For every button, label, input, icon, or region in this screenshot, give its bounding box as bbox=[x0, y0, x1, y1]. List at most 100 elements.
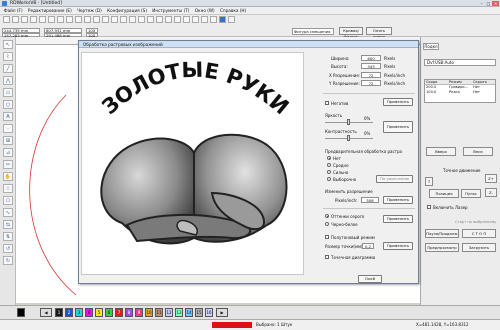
layer-swatch-13[interactable]: 13 bbox=[175, 308, 183, 317]
frame-icon[interactable] bbox=[165, 16, 172, 23]
pulse-button[interactable]: Пульс bbox=[461, 189, 481, 198]
position-button[interactable]: Позиция bbox=[429, 189, 459, 198]
apply-bc-button[interactable]: Применить bbox=[383, 121, 413, 133]
bw-radio[interactable] bbox=[325, 222, 329, 226]
layer-swatch-12[interactable]: 12 bbox=[165, 308, 173, 317]
weld-icon[interactable] bbox=[201, 16, 208, 23]
close-curve-button[interactable]: Опять линия bbox=[366, 27, 392, 39]
layer-swatch-5[interactable]: 5 bbox=[95, 308, 103, 317]
device-select[interactable]: Dvf:USB:Auto bbox=[424, 59, 496, 66]
arrow-up-button[interactable]: ↑ bbox=[425, 177, 433, 186]
z-minus-button[interactable]: Z- bbox=[485, 188, 497, 197]
array-icon[interactable] bbox=[156, 16, 163, 23]
tab-connection[interactable]: Подкл bbox=[423, 43, 439, 50]
line-icon[interactable]: ╱ bbox=[3, 64, 13, 73]
palette-prev-icon[interactable]: ◀ bbox=[40, 308, 52, 317]
apply-halftone-button[interactable]: Применить bbox=[383, 242, 413, 250]
apply-mode-button[interactable]: Применить bbox=[383, 215, 413, 223]
menu-edit[interactable]: Редактирование (E) bbox=[28, 7, 72, 15]
layer-swatch-1[interactable]: 1 bbox=[55, 308, 63, 317]
edit-node-icon[interactable]: ⌇ bbox=[3, 52, 13, 61]
grid-icon[interactable] bbox=[102, 16, 109, 23]
palette-next-icon[interactable]: ▶ bbox=[216, 308, 228, 317]
load-button[interactable]: Загрузить bbox=[462, 243, 496, 252]
rotate-right-icon[interactable]: ↻ bbox=[3, 256, 13, 265]
x-resolution-input[interactable]: 72 bbox=[361, 72, 381, 78]
layer-swatch-15[interactable]: 15 bbox=[195, 308, 203, 317]
layer-swatch-6[interactable]: 6 bbox=[105, 308, 113, 317]
zoom-out-icon[interactable] bbox=[84, 16, 91, 23]
layer-swatch-14[interactable]: 14 bbox=[185, 308, 193, 317]
select-icon[interactable] bbox=[66, 16, 73, 23]
layer-swatch-4[interactable]: 4 bbox=[85, 308, 93, 317]
rotate-left-icon[interactable]: ↺ bbox=[3, 244, 13, 253]
height-input[interactable]: 343 bbox=[361, 63, 381, 69]
pointer-icon[interactable]: ↖ bbox=[3, 40, 13, 49]
stop-button[interactable]: С Т О П bbox=[462, 229, 496, 238]
align-icon[interactable] bbox=[111, 16, 118, 23]
close-button[interactable]: ✕ bbox=[492, 1, 499, 6]
menu-window[interactable]: Окно (W) bbox=[195, 7, 215, 15]
grayscale-radio[interactable] bbox=[325, 214, 329, 218]
node-icon[interactable] bbox=[192, 16, 199, 23]
menu-file[interactable]: Файл (F) bbox=[4, 7, 23, 15]
menu-help[interactable]: Справка (H) bbox=[220, 7, 246, 15]
import-icon[interactable] bbox=[30, 16, 37, 23]
mirror-h-icon[interactable]: ⇆ bbox=[3, 220, 13, 229]
export-icon[interactable] bbox=[39, 16, 46, 23]
apply-resize-button[interactable]: Применить bbox=[383, 196, 413, 204]
table-row[interactable]: 100.0 Резка Нет bbox=[425, 90, 495, 95]
bitmap-icon[interactable] bbox=[219, 16, 226, 23]
hand-icon[interactable]: ✋ bbox=[3, 172, 13, 181]
open-icon[interactable] bbox=[12, 16, 19, 23]
offset-button[interactable]: Кривая/Фильтр bbox=[339, 27, 363, 39]
new-icon[interactable] bbox=[3, 16, 10, 23]
y-resolution-input[interactable]: 72 bbox=[361, 80, 381, 86]
ellipse-icon[interactable]: ○ bbox=[3, 100, 13, 109]
star-icon[interactable]: ☆ bbox=[3, 184, 13, 193]
down-button[interactable]: Вниз bbox=[463, 147, 493, 156]
dot-size-input[interactable]: 0.2 bbox=[362, 243, 374, 249]
rotate-icon[interactable] bbox=[147, 16, 154, 23]
bezier-icon[interactable]: ∿ bbox=[3, 208, 13, 217]
default-button[interactable]: По умолчанию bbox=[376, 175, 413, 183]
halftone-checkbox[interactable] bbox=[325, 235, 329, 239]
layer-swatch-7[interactable]: 7 bbox=[115, 308, 123, 317]
invert-checkbox[interactable] bbox=[325, 101, 329, 105]
prep-custom-radio[interactable] bbox=[327, 177, 331, 181]
mirror-icon[interactable] bbox=[138, 16, 145, 23]
polygon-icon[interactable]: ⬠ bbox=[3, 196, 13, 205]
layer-swatch-16[interactable]: 16 bbox=[205, 308, 213, 317]
layer-swatch-3[interactable]: 3 bbox=[75, 308, 83, 317]
measure-icon[interactable]: ⊿ bbox=[3, 148, 13, 157]
polyline-icon[interactable]: ⋀ bbox=[3, 76, 13, 85]
width-input[interactable]: 600 bbox=[361, 55, 381, 61]
undo-icon[interactable] bbox=[48, 16, 55, 23]
pause-button[interactable]: Пауза/Продолж bbox=[425, 229, 459, 238]
rectangle-icon[interactable]: ▭ bbox=[3, 88, 13, 97]
layer-swatch-2[interactable]: 2 bbox=[65, 308, 73, 317]
menu-tools[interactable]: Инструменты (T) bbox=[152, 7, 189, 15]
redo-icon[interactable] bbox=[57, 16, 64, 23]
prep-none-radio[interactable] bbox=[327, 156, 331, 160]
brightness-knob[interactable] bbox=[347, 119, 350, 125]
text-icon[interactable]: A bbox=[3, 112, 13, 121]
group-icon[interactable] bbox=[120, 16, 127, 23]
preview-button[interactable]: Предпросмотр bbox=[425, 243, 459, 252]
zoom-in-icon[interactable] bbox=[75, 16, 82, 23]
ok-button[interactable]: Окей bbox=[358, 275, 382, 283]
layer-swatch-11[interactable]: 11 bbox=[155, 308, 163, 317]
simulate-icon[interactable] bbox=[174, 16, 181, 23]
layer-select[interactable]: Фигура смещения bbox=[292, 28, 334, 35]
layer-swatch-10[interactable]: 10 bbox=[145, 308, 153, 317]
path-icon[interactable] bbox=[183, 16, 190, 23]
menu-draw[interactable]: Чертеж (D) bbox=[77, 7, 102, 15]
offset-icon[interactable] bbox=[210, 16, 217, 23]
minimize-button[interactable]: – bbox=[478, 1, 485, 6]
point-icon[interactable]: · bbox=[3, 124, 13, 133]
prep-medium-radio[interactable] bbox=[327, 163, 331, 167]
ppi-input[interactable]: 508 bbox=[361, 197, 379, 203]
save-icon[interactable] bbox=[21, 16, 28, 23]
cut-icon[interactable]: ✂ bbox=[3, 160, 13, 169]
layer-swatch-8[interactable]: 8 bbox=[125, 308, 133, 317]
